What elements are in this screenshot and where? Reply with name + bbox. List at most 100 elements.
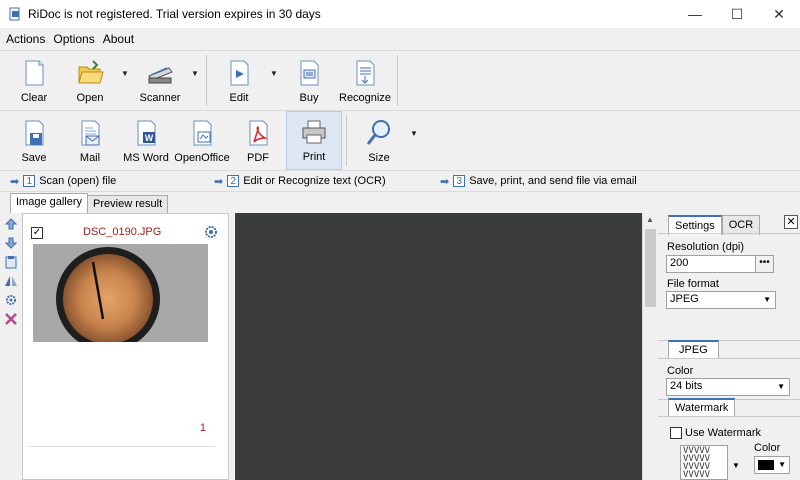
mirror-icon[interactable] bbox=[4, 274, 18, 288]
save-button[interactable]: Save bbox=[6, 111, 62, 170]
save-icon bbox=[25, 120, 44, 146]
chevron-down-icon[interactable]: ▼ bbox=[732, 461, 740, 470]
image-gallery: ✓ DSC_0190.JPG 1 bbox=[22, 213, 229, 480]
tab-settings[interactable]: Settings bbox=[668, 215, 722, 235]
settings-panel: Settings OCR ✕ Resolution (dpi) 200 ••• … bbox=[658, 213, 800, 480]
window-title: RiDoc is not registered. Trial version e… bbox=[28, 7, 321, 21]
clipboard-icon[interactable] bbox=[4, 255, 18, 269]
scanner-button[interactable]: Scanner bbox=[132, 51, 188, 110]
step-number: 2 bbox=[227, 175, 240, 187]
clear-button[interactable]: Clear bbox=[6, 51, 62, 110]
image-preview[interactable] bbox=[235, 213, 642, 480]
scanner-label: Scanner bbox=[139, 92, 181, 104]
menu-actions[interactable]: Actions bbox=[6, 32, 45, 46]
toolbar-separator bbox=[206, 55, 207, 106]
menu-options[interactable]: Options bbox=[53, 32, 94, 46]
word-icon: W bbox=[137, 120, 156, 146]
watermark-pattern-preview[interactable]: VVVVV VVVVV VVVVV VVVVV bbox=[680, 445, 728, 480]
use-watermark-label: Use Watermark bbox=[685, 427, 761, 439]
openoffice-label: OpenOffice bbox=[174, 152, 230, 164]
chevron-down-icon: ▼ bbox=[763, 295, 771, 304]
item-filename: DSC_0190.JPG bbox=[83, 226, 162, 238]
item-checkbox[interactable]: ✓ bbox=[31, 227, 43, 239]
step-number: 3 bbox=[453, 175, 466, 187]
recognize-button[interactable]: Recognize bbox=[337, 51, 393, 110]
size-label: Size bbox=[368, 152, 390, 164]
svg-text:W: W bbox=[145, 133, 154, 143]
menu-bar: Actions Options About bbox=[0, 28, 800, 50]
mail-label: Mail bbox=[79, 152, 101, 164]
tab-watermark[interactable]: Watermark bbox=[668, 398, 736, 416]
settings-gear-icon[interactable] bbox=[4, 293, 18, 307]
minimize-button[interactable]: — bbox=[674, 0, 716, 28]
watermark-color-picker[interactable]: ▼ bbox=[754, 456, 790, 474]
close-panel-button[interactable]: ✕ bbox=[784, 215, 798, 229]
scanner-dropdown-icon[interactable]: ▼ bbox=[188, 51, 202, 110]
microscope-image bbox=[33, 244, 208, 342]
open-dropdown-icon[interactable]: ▼ bbox=[118, 51, 132, 110]
resolution-input[interactable]: 200 ••• bbox=[666, 255, 774, 273]
openoffice-icon bbox=[193, 120, 212, 146]
arrow-right-icon: ➡ bbox=[214, 175, 224, 188]
open-button[interactable]: Open bbox=[62, 51, 118, 110]
toolbar-separator bbox=[397, 55, 398, 106]
step-text: Edit or Recognize text (OCR) bbox=[243, 175, 386, 187]
buy-button[interactable]: Buy bbox=[281, 51, 337, 110]
edit-button[interactable]: Edit bbox=[211, 51, 267, 110]
file-format-label: File format bbox=[667, 278, 719, 290]
edit-dropdown-icon[interactable]: ▼ bbox=[267, 51, 281, 110]
move-down-icon[interactable] bbox=[4, 236, 18, 250]
step-3[interactable]: ➡ 3 Save, print, and send file via email bbox=[440, 175, 637, 188]
file-format-value: JPEG bbox=[670, 293, 699, 305]
tab-ocr[interactable]: OCR bbox=[721, 215, 761, 235]
buy-label: Buy bbox=[299, 92, 319, 104]
toolbar-output: Save Mail W MS Word OpenOffice PDF Print… bbox=[0, 110, 800, 170]
tab-image-gallery[interactable]: Image gallery bbox=[10, 193, 89, 213]
use-watermark-checkbox[interactable]: Use Watermark bbox=[670, 427, 761, 439]
page-number: 1 bbox=[199, 422, 206, 434]
maximize-button[interactable]: ☐ bbox=[716, 0, 758, 28]
chevron-down-icon: ▼ bbox=[778, 460, 786, 469]
tab-preview-result[interactable]: Preview result bbox=[87, 195, 169, 213]
size-button[interactable]: Size bbox=[351, 111, 407, 170]
step-2[interactable]: ➡ 2 Edit or Recognize text (OCR) bbox=[214, 175, 386, 188]
color-depth-label: Color bbox=[667, 365, 694, 377]
edit-icon bbox=[230, 60, 249, 86]
close-button[interactable]: ✕ bbox=[758, 0, 800, 28]
item-settings-icon[interactable] bbox=[203, 224, 219, 240]
resolution-more-button[interactable]: ••• bbox=[755, 256, 773, 272]
color-depth-value: 24 bits bbox=[670, 380, 703, 392]
move-up-icon[interactable] bbox=[4, 217, 18, 231]
menu-about[interactable]: About bbox=[103, 32, 134, 46]
app-logo-icon bbox=[9, 7, 20, 21]
file-format-select[interactable]: JPEG ▼ bbox=[666, 291, 776, 309]
scroll-up-icon[interactable]: ▲ bbox=[646, 215, 654, 224]
color-swatch bbox=[758, 460, 774, 470]
scroll-thumb[interactable] bbox=[645, 229, 656, 307]
divider bbox=[29, 446, 215, 447]
clear-label: Clear bbox=[20, 92, 48, 104]
left-tab-strip: Image gallery Preview result bbox=[0, 192, 235, 213]
msword-button[interactable]: W MS Word bbox=[118, 111, 174, 170]
checkbox-box[interactable] bbox=[670, 427, 682, 439]
toolbar-separator bbox=[346, 115, 347, 166]
printer-icon bbox=[302, 120, 326, 144]
step-number: 1 bbox=[23, 175, 36, 187]
buy-icon bbox=[300, 60, 319, 86]
open-label: Open bbox=[76, 92, 104, 104]
gallery-thumbnail[interactable] bbox=[33, 244, 208, 342]
step-1[interactable]: ➡ 1 Scan (open) file bbox=[10, 175, 116, 188]
page-icon bbox=[25, 60, 44, 86]
print-button[interactable]: Print bbox=[286, 111, 342, 170]
vertical-scrollbar[interactable]: ▲ bbox=[642, 213, 658, 480]
color-depth-select[interactable]: 24 bits ▼ bbox=[666, 378, 790, 396]
pdf-label: PDF bbox=[247, 152, 269, 164]
size-dropdown-icon[interactable]: ▼ bbox=[407, 111, 421, 170]
mail-button[interactable]: Mail bbox=[62, 111, 118, 170]
tab-jpeg[interactable]: JPEG bbox=[668, 340, 719, 358]
scanner-icon bbox=[148, 67, 173, 84]
openoffice-button[interactable]: OpenOffice bbox=[174, 111, 230, 170]
pdf-button[interactable]: PDF bbox=[230, 111, 286, 170]
delete-icon[interactable] bbox=[4, 312, 18, 326]
divider bbox=[658, 233, 800, 234]
